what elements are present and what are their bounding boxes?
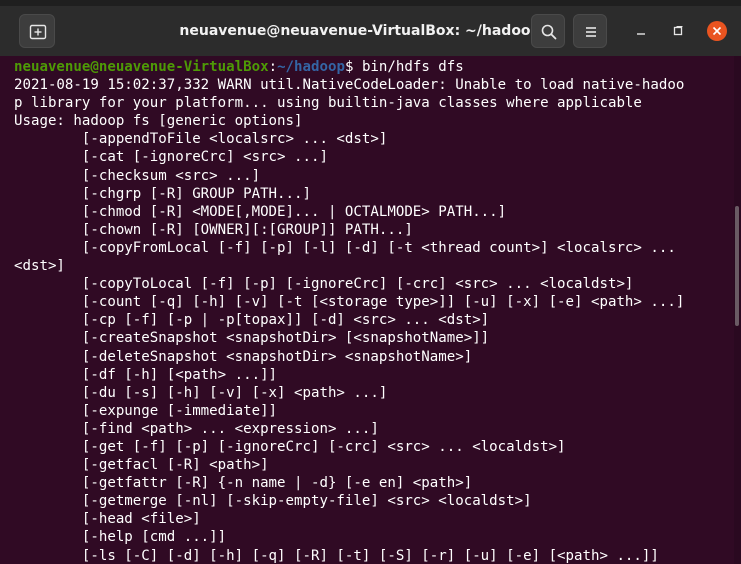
terminal-output-area[interactable]: neuavenue@neuavenue-VirtualBox:~/hadoop$… xyxy=(0,56,741,564)
output-line: [-copyToLocal [-f] [-p] [-ignoreCrc] [-c… xyxy=(14,276,634,293)
search-button[interactable] xyxy=(531,14,565,48)
prompt-line: neuavenue@neuavenue-VirtualBox:~/hadoop$… xyxy=(14,58,684,76)
maximize-button[interactable] xyxy=(668,21,688,41)
output-line: <dst>] xyxy=(14,258,65,275)
output-line: [-help [cmd ...]] xyxy=(14,529,227,546)
menu-button[interactable] xyxy=(573,14,607,48)
prompt-separator: : xyxy=(268,59,278,75)
output-line: [-getfattr [-R] {-n name | -d} [-e en] <… xyxy=(14,475,473,492)
scrollbar-thumb[interactable] xyxy=(735,206,739,326)
prompt-path: ~/hadoop xyxy=(277,59,345,75)
output-line: [-appendToFile <localsrc> ... <dst>] xyxy=(14,131,388,148)
output-line: [-chown [-R] [OWNER][:[GROUP]] PATH...] xyxy=(14,221,413,238)
output-line: Usage: hadoop fs [generic options] xyxy=(14,113,303,130)
output-line: [-ls [-C] [-d] [-h] [-q] [-R] [-t] [-S] … xyxy=(14,547,659,564)
output-line: [-expunge [-immediate]] xyxy=(14,402,278,419)
output-line: [-getfacl [-R] <path>] xyxy=(14,457,269,474)
output-line: [-head <file>] xyxy=(14,511,201,528)
window-titlebar[interactable]: neuavenue@neuavenue-VirtualBox: ~/hadoop xyxy=(0,6,741,56)
hamburger-menu-icon xyxy=(586,27,596,37)
new-tab-icon xyxy=(29,24,47,40)
terminal-lines: neuavenue@neuavenue-VirtualBox:~/hadoop$… xyxy=(14,58,684,564)
close-button[interactable] xyxy=(707,21,727,41)
prompt-command: bin/hdfs dfs xyxy=(361,59,464,75)
output-line: [-createSnapshot <snapshotDir> [<snapsho… xyxy=(14,330,490,347)
output-line: [-checksum <src> ...] xyxy=(14,167,261,184)
output-line: [-get [-f] [-p] [-ignoreCrc] [-crc] <src… xyxy=(14,438,566,455)
output-line: [-du [-s] [-h] [-v] [-x] <path> ...] xyxy=(14,384,388,401)
output-line: [-count [-q] [-h] [-v] [-t [<storage typ… xyxy=(14,294,685,311)
close-icon xyxy=(712,26,722,36)
output-line: p library for your platform... using bui… xyxy=(14,95,642,112)
prompt-symbol: $ xyxy=(344,59,362,75)
output-line: [-getmerge [-nl] [-skip-empty-file] <src… xyxy=(14,493,532,510)
minimize-button[interactable] xyxy=(631,21,651,41)
output-line: 2021-08-19 15:02:37,332 WARN util.Native… xyxy=(14,77,685,94)
minimize-icon xyxy=(637,33,645,35)
output-line: [-find <path> ... <expression> ...] xyxy=(14,420,379,437)
maximize-icon xyxy=(673,26,683,36)
output-line: [-cp [-f] [-p | -p[topax]] [-d] <src> ..… xyxy=(14,312,490,329)
output-line: [-copyFromLocal [-f] [-p] [-l] [-d] [-t … xyxy=(14,239,676,256)
new-tab-button[interactable] xyxy=(19,14,55,48)
output-line: [-deleteSnapshot <snapshotDir> <snapshot… xyxy=(14,348,473,365)
terminal-scrollbar[interactable] xyxy=(734,56,741,564)
output-line: [-df [-h] [<path> ...]] xyxy=(14,366,278,383)
search-icon xyxy=(541,24,557,40)
output-line: [-chgrp [-R] GROUP PATH...] xyxy=(14,185,311,202)
output-line: [-cat [-ignoreCrc] <src> ...] xyxy=(14,149,328,166)
prompt-user-host: neuavenue@neuavenue-VirtualBox xyxy=(14,59,269,75)
output-line: [-chmod [-R] <MODE[,MODE]... | OCTALMODE… xyxy=(14,203,507,220)
